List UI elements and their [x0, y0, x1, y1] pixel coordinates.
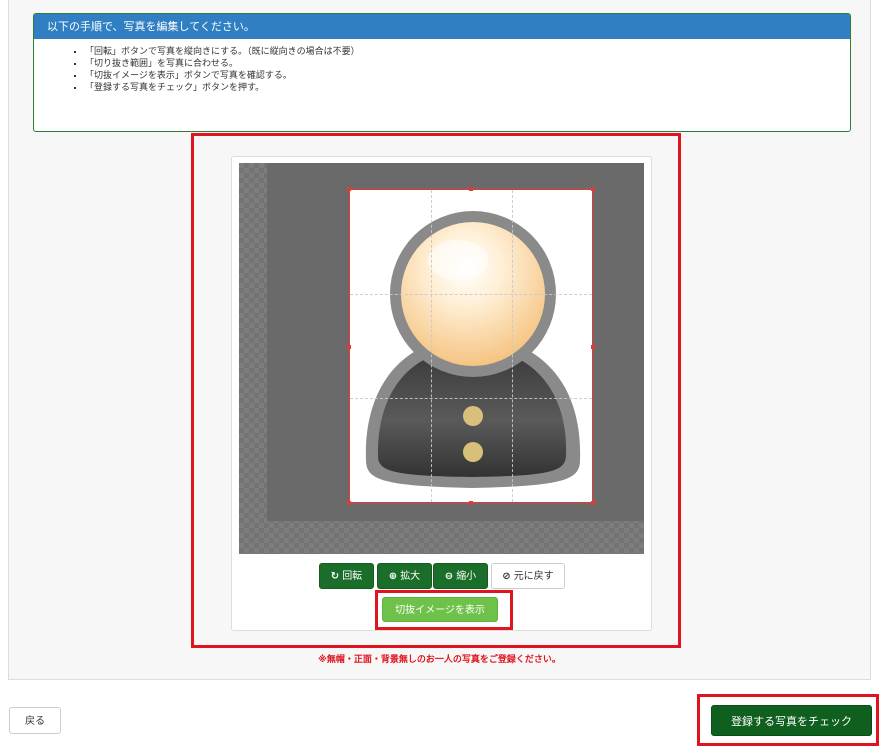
submit-button-highlight: [697, 694, 879, 746]
instruction-step: 「切抜イメージを表示」ボタンで写真を確認する。: [85, 70, 850, 82]
instruction-list: 「回転」ボタンで写真を縦向きにする。（既に縦向きの場合は不要） 「切り抜き範囲」…: [34, 46, 850, 94]
instructions-heading: 以下の手順で、写真を編集してください。: [34, 14, 850, 39]
instructions-box: 以下の手順で、写真を編集してください。 「回転」ボタンで写真を縦向きにする。（既…: [33, 13, 851, 132]
instruction-step: 「回転」ボタンで写真を縦向きにする。（既に縦向きの場合は不要）: [85, 46, 850, 58]
instruction-step: 「登録する写真をチェック」ボタンを押す。: [85, 82, 850, 94]
back-button[interactable]: 戻る: [9, 707, 61, 734]
photo-notice: ※無帽・正面・背景無しのお一人の写真をご登録ください。: [318, 655, 561, 665]
back-label: 戻る: [25, 716, 45, 727]
crop-area-highlight: [191, 133, 681, 648]
instruction-step: 「切り抜き範囲」を写真に合わせる。: [85, 58, 850, 70]
